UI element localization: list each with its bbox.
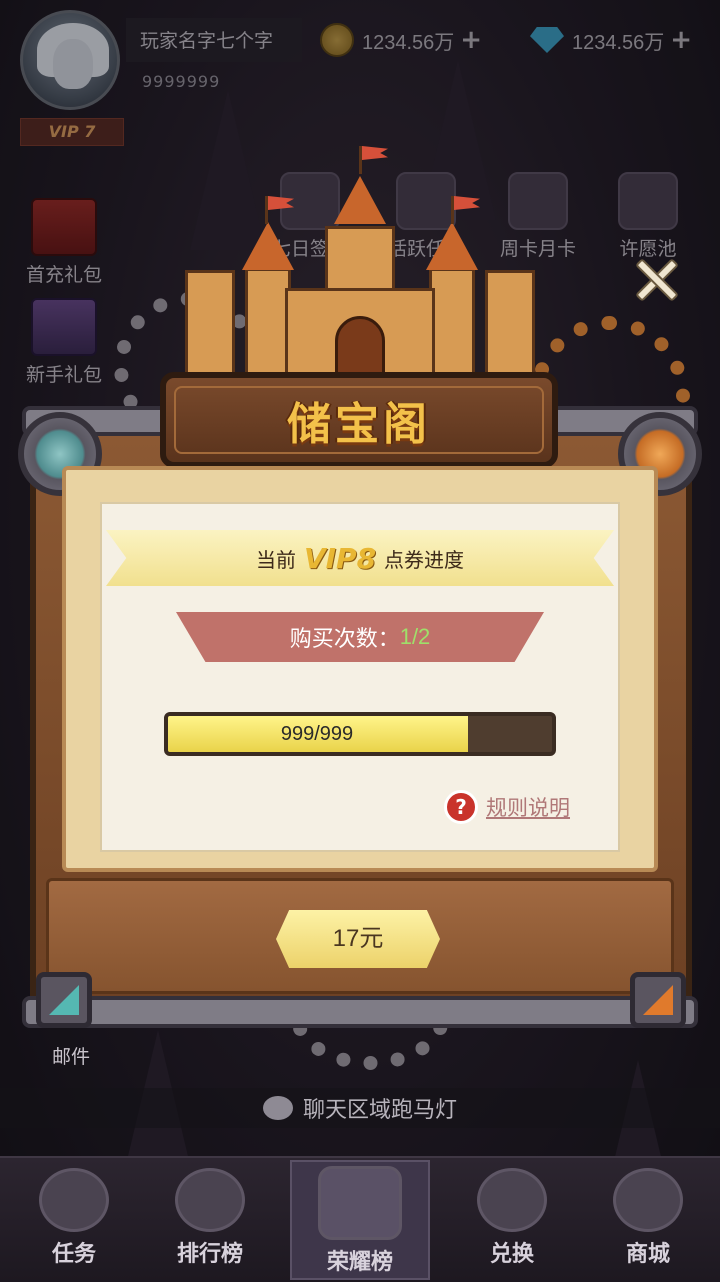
ranking-crown-icon bbox=[175, 1168, 245, 1232]
modal-title-plaque: 储宝阁 bbox=[160, 372, 558, 468]
shop-icon bbox=[613, 1168, 683, 1232]
chat-bubble-icon bbox=[262, 1096, 293, 1120]
honor-shield-icon bbox=[318, 1166, 402, 1240]
ribbon-suffix: 点券进度 bbox=[384, 549, 465, 572]
modal-title: 储宝阁 bbox=[287, 399, 431, 450]
ribbon-vip-level: VIP8 bbox=[303, 541, 377, 575]
modal-metal-trim-bottom bbox=[22, 996, 698, 1028]
help-icon: ? bbox=[444, 790, 478, 824]
nav-exchange[interactable]: 兑换 bbox=[448, 1164, 576, 1280]
corner-gem-icon bbox=[36, 972, 92, 1028]
rules-label: 规则说明 bbox=[486, 797, 570, 820]
purchase-count-value: 1/2 bbox=[399, 624, 431, 649]
vip-progress-ribbon: 当前 VIP8 点券进度 bbox=[106, 530, 614, 586]
mail-button[interactable]: 邮件 bbox=[52, 1042, 90, 1069]
nav-exchange-label: 兑换 bbox=[489, 1242, 534, 1267]
nav-tasks[interactable]: 任务 bbox=[10, 1164, 138, 1280]
progress-text: 999/999 bbox=[280, 723, 354, 745]
marquee-text: 聊天区域跑马灯 bbox=[302, 1097, 457, 1122]
ribbon-prefix: 当前 bbox=[255, 549, 296, 572]
task-flame-icon bbox=[39, 1168, 109, 1232]
exchange-gift-icon bbox=[477, 1168, 547, 1232]
close-icon[interactable] bbox=[628, 252, 684, 308]
buy-price-button[interactable]: 17元 bbox=[276, 910, 440, 968]
nav-ranking-label: 排行榜 bbox=[176, 1242, 243, 1267]
nav-shop[interactable]: 商城 bbox=[584, 1164, 712, 1280]
nav-shop-label: 商城 bbox=[625, 1242, 670, 1267]
nav-ranking[interactable]: 排行榜 bbox=[146, 1164, 274, 1280]
nav-honor-label: 荣耀榜 bbox=[326, 1250, 393, 1275]
corner-gem-icon bbox=[630, 972, 686, 1028]
nav-honor[interactable]: 荣耀榜 bbox=[290, 1160, 430, 1280]
purchase-count-label: 购买次数： bbox=[289, 626, 400, 651]
rules-link[interactable]: ? 规则说明 bbox=[444, 790, 570, 824]
purchase-count-banner: 购买次数： 1/2 bbox=[176, 612, 544, 662]
chat-marquee[interactable]: 聊天区域跑马灯 bbox=[0, 1088, 720, 1128]
castle-illustration bbox=[185, 140, 535, 390]
points-progress-bar: 999/999 bbox=[164, 712, 556, 756]
nav-tasks-label: 任务 bbox=[51, 1242, 96, 1267]
